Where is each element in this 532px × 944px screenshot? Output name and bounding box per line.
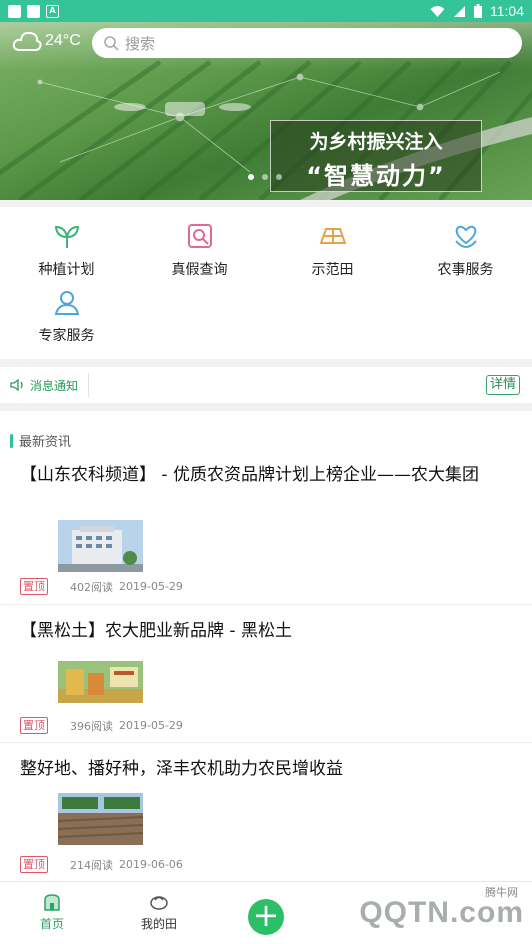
section-header: 最新资讯	[10, 431, 71, 450]
weather-temperature: 24°C	[45, 32, 81, 49]
wifi-icon	[430, 5, 445, 17]
pinned-badge: 置顶	[20, 578, 48, 595]
menu-item-verify[interactable]: 真假查询	[133, 221, 266, 279]
menu-item-planting-plan[interactable]: 种植计划	[0, 221, 133, 279]
nav-my-field[interactable]: 我的田	[119, 892, 199, 932]
search-input[interactable]: 搜索	[92, 28, 522, 58]
banner-slogan: 为乡村振兴注入 “智慧动力”	[270, 120, 482, 192]
news-title: 【山东农科频道】 - 优质农资品牌计划上榜企业——农大集团	[20, 465, 479, 485]
cloud-icon	[12, 31, 42, 51]
carousel-indicator	[248, 174, 282, 180]
pinned-badge: 置顶	[20, 717, 48, 734]
heart-hands-icon	[454, 225, 477, 249]
news-title: 【黑松土】农大肥业新品牌 - 黑松土	[20, 621, 292, 641]
menu-label: 示范田	[311, 262, 354, 278]
pinned-badge: 置顶	[20, 856, 48, 873]
search-icon	[104, 35, 119, 51]
menu-item-demo-field[interactable]: 示范田	[266, 221, 399, 279]
field-icon	[319, 228, 346, 244]
app-screen: A 11:04 24°C 搜索 为乡村振兴注入 “智慧动力” 种植计划 真假查询…	[0, 0, 532, 944]
read-count: 402阅读	[70, 580, 113, 594]
status-bar: A 11:04	[0, 0, 532, 22]
notice-details-button[interactable]: 详情	[485, 375, 520, 395]
news-title: 整好地、播好种，泽丰农机助力农民增收益	[20, 759, 343, 779]
news-meta: 置顶 402阅读 2019-05-29	[20, 578, 183, 595]
news-thumbnail	[58, 661, 143, 703]
slogan-line2: “智慧动力”	[306, 162, 446, 190]
notice-label: 消息通知	[30, 378, 79, 393]
speaker-icon	[10, 379, 23, 391]
news-meta: 置顶 396阅读 2019-05-29	[20, 717, 183, 734]
notification-icon	[8, 4, 21, 18]
menu-item-farm-service[interactable]: 农事服务	[399, 221, 532, 279]
notification-icon	[27, 4, 40, 18]
weather-widget[interactable]: 24°C	[12, 30, 81, 52]
read-count: 214阅读	[70, 858, 113, 872]
home-icon	[44, 894, 60, 911]
read-count: 396阅读	[70, 719, 113, 733]
function-menu: 种植计划 真假查询 示范田 农事服务 专家服务	[0, 207, 532, 359]
publish-date: 2019-05-29	[119, 580, 183, 593]
status-time: 11:04	[490, 3, 524, 19]
app-notification-icon: A	[46, 4, 59, 18]
news-meta: 置顶 214阅读 2019-06-06	[20, 856, 183, 873]
sprout-icon	[54, 225, 79, 248]
menu-label: 农事服务	[437, 262, 494, 278]
watermark: QQTN.com	[359, 896, 524, 929]
nav-home[interactable]: 首页	[12, 892, 92, 932]
bottom-navigation: 首页 我的田 + 腾牛网 QQTN.com	[0, 881, 532, 944]
nav-home-label: 首页	[39, 917, 64, 931]
banner-carousel[interactable]: 24°C 搜索 为乡村振兴注入 “智慧动力”	[0, 22, 532, 200]
news-thumbnail	[58, 793, 143, 845]
news-thumbnail	[58, 520, 143, 572]
expert-icon	[54, 291, 79, 315]
publish-date: 2019-05-29	[119, 719, 183, 732]
section-title: 最新资讯	[19, 435, 72, 450]
add-button[interactable]: +	[248, 899, 284, 935]
notice-bar[interactable]: 消息通知 详情	[0, 367, 532, 403]
nav-my-field-label: 我的田	[140, 917, 177, 931]
battery-icon	[474, 4, 482, 18]
seed-icon	[150, 896, 168, 910]
news-section: 最新资讯 【山东农科频道】 - 优质农资品牌计划上榜企业——农大集团 置顶 40…	[0, 411, 532, 881]
menu-label: 种植计划	[38, 262, 95, 278]
slogan-line1: 为乡村振兴注入	[309, 131, 443, 153]
menu-label: 专家服务	[38, 328, 95, 344]
menu-item-expert-service[interactable]: 专家服务	[0, 287, 133, 345]
verify-search-icon	[187, 224, 212, 248]
search-placeholder: 搜索	[125, 34, 156, 53]
signal-icon	[454, 5, 465, 17]
publish-date: 2019-06-06	[119, 858, 183, 871]
menu-label: 真假查询	[171, 262, 228, 278]
